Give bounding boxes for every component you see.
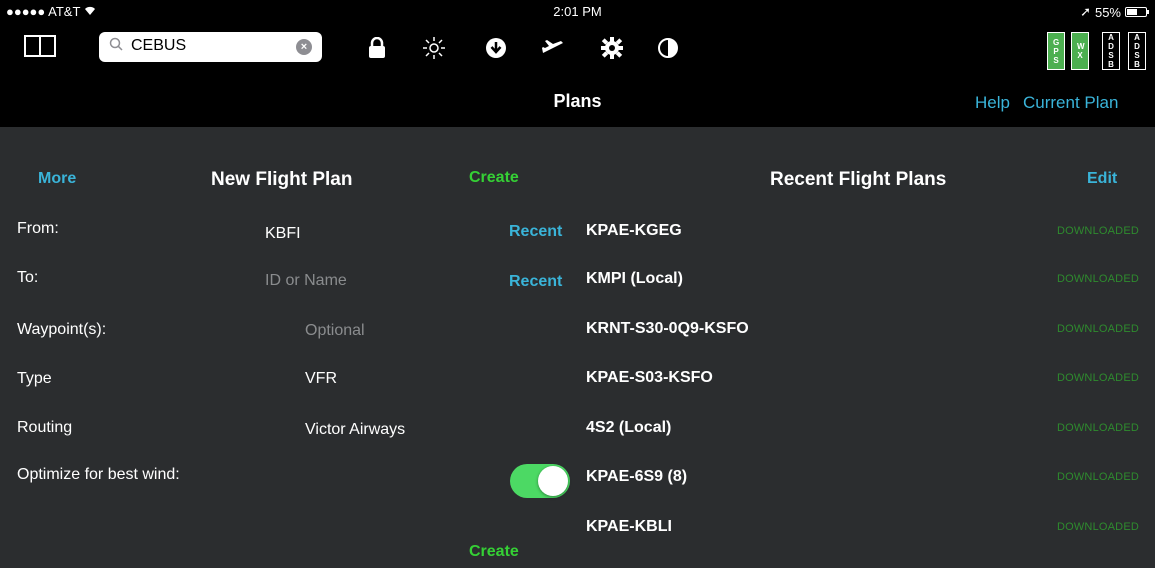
wx-status-badge[interactable]: W X bbox=[1071, 32, 1089, 70]
brightness-icon[interactable] bbox=[420, 34, 448, 62]
gps-status-badge[interactable]: G P S bbox=[1047, 32, 1065, 70]
from-field[interactable]: KBFI bbox=[265, 225, 301, 243]
adsb-status-badge-2[interactable]: A D S B bbox=[1128, 32, 1146, 70]
from-recent-button[interactable]: Recent bbox=[509, 223, 562, 241]
plan-status: DOWNLOADED bbox=[1056, 323, 1139, 335]
toggle-knob bbox=[538, 466, 568, 496]
navigation-bar: Plans Help Current Plan bbox=[0, 77, 1155, 127]
help-button[interactable]: Help bbox=[975, 93, 1010, 113]
more-button[interactable]: More bbox=[38, 170, 76, 188]
search-field[interactable]: CEBUS × bbox=[99, 32, 322, 62]
recent-plan-row[interactable]: KPAE-S03-KSFO DOWNLOADED bbox=[586, 369, 1155, 399]
to-recent-button[interactable]: Recent bbox=[509, 273, 562, 291]
plan-name: KPAE-6S9 (8) bbox=[586, 468, 688, 485]
current-plan-button[interactable]: Current Plan bbox=[1023, 93, 1118, 113]
clock-text: 2:01 PM bbox=[553, 4, 602, 19]
waypoints-label: Waypoint(s): bbox=[17, 321, 107, 338]
adsb-status-badge[interactable]: A D S B bbox=[1102, 32, 1120, 70]
plan-status: DOWNLOADED bbox=[1056, 225, 1139, 237]
optimize-wind-toggle[interactable] bbox=[510, 464, 570, 498]
to-field[interactable]: ID or Name bbox=[265, 272, 347, 290]
create-button-top[interactable]: Create bbox=[469, 169, 519, 187]
search-icon bbox=[109, 37, 123, 55]
location-arrow-icon: ➚ bbox=[1080, 4, 1091, 19]
routing-label: Routing bbox=[17, 419, 73, 436]
battery-percent: 55% bbox=[1094, 4, 1121, 20]
airplane-icon[interactable] bbox=[539, 34, 567, 62]
routing-value[interactable]: Victor Airways bbox=[305, 421, 405, 439]
settings-gear-icon[interactable] bbox=[598, 34, 626, 62]
plan-status: DOWNLOADED bbox=[1056, 422, 1139, 434]
download-icon[interactable] bbox=[482, 34, 510, 62]
toolbar: CEBUS × G P S W X A D S B A D S B bbox=[0, 22, 1155, 77]
clear-search-icon[interactable]: × bbox=[296, 39, 312, 55]
status-bar: ●●●●● AT&T 2:01 PM ➚ 55% bbox=[0, 0, 1155, 22]
plan-name: 4S2 (Local) bbox=[586, 419, 672, 436]
search-input[interactable]: CEBUS bbox=[131, 37, 186, 55]
new-flight-plan-title: New Flight Plan bbox=[211, 169, 353, 190]
plan-name: KRNT-S30-0Q9-KSFO bbox=[586, 320, 749, 337]
type-value[interactable]: VFR bbox=[305, 370, 337, 388]
plan-name: KPAE-KGEG bbox=[586, 222, 682, 239]
to-label: To: bbox=[17, 269, 39, 286]
plan-status: DOWNLOADED bbox=[1056, 372, 1139, 384]
from-label: From: bbox=[17, 220, 59, 237]
plan-status: DOWNLOADED bbox=[1056, 471, 1139, 483]
battery-icon bbox=[1125, 7, 1149, 17]
plan-name: KPAE-S03-KSFO bbox=[586, 369, 713, 386]
recent-plan-row[interactable]: KMPI (Local) DOWNLOADED bbox=[586, 270, 1155, 300]
create-button-bottom[interactable]: Create bbox=[469, 543, 519, 561]
optimize-wind-label: Optimize for best wind: bbox=[17, 466, 180, 483]
recent-plan-row[interactable]: 4S2 (Local) DOWNLOADED bbox=[586, 419, 1155, 449]
lock-icon[interactable] bbox=[363, 34, 391, 62]
type-label: Type bbox=[17, 370, 52, 387]
plan-status: DOWNLOADED bbox=[1056, 273, 1139, 285]
plan-status: DOWNLOADED bbox=[1056, 521, 1139, 533]
split-view-icon[interactable] bbox=[24, 35, 56, 57]
recent-plan-row[interactable]: KRNT-S30-0Q9-KSFO DOWNLOADED bbox=[586, 320, 1155, 350]
waypoints-field[interactable]: Optional bbox=[305, 322, 365, 340]
recent-plan-row[interactable]: KPAE-6S9 (8) DOWNLOADED bbox=[586, 468, 1155, 498]
plan-name: KPAE-KBLI bbox=[586, 518, 672, 535]
recent-plan-row[interactable]: KPAE-KGEG DOWNLOADED bbox=[586, 222, 1155, 252]
edit-button[interactable]: Edit bbox=[1087, 170, 1117, 188]
recent-plan-row[interactable]: KPAE-KBLI DOWNLOADED bbox=[586, 518, 1155, 548]
recent-flight-plans-title: Recent Flight Plans bbox=[770, 169, 947, 190]
contrast-icon[interactable] bbox=[654, 34, 682, 62]
plan-name: KMPI (Local) bbox=[586, 270, 683, 287]
